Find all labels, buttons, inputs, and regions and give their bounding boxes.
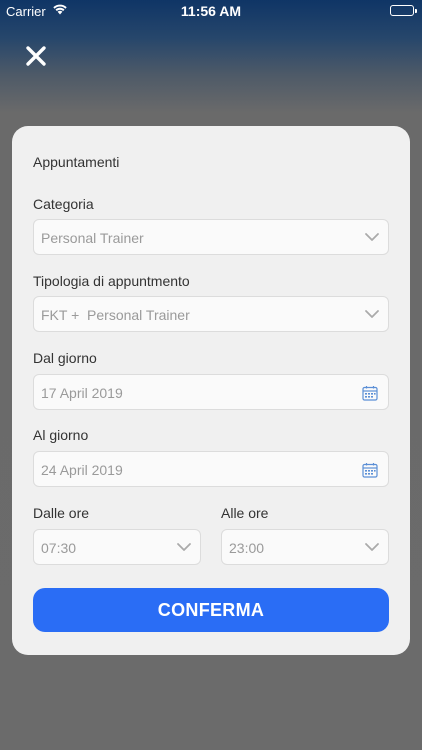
from-date-value: 17 April 2019 <box>41 385 123 401</box>
appointment-type-label: Tipologia di appuntmento <box>33 273 190 289</box>
to-time-label: Alle ore <box>221 505 269 521</box>
from-time-label: Dalle ore <box>33 505 90 521</box>
from-date-label: Dal giorno <box>33 350 97 366</box>
chevron-down-icon <box>365 543 379 551</box>
category-value: Personal Trainer <box>41 230 144 246</box>
confirm-button[interactable]: CONFERMA <box>33 588 389 632</box>
from-time-select[interactable]: 07:30 <box>33 529 201 565</box>
chevron-down-icon <box>365 233 379 241</box>
from-date-field[interactable]: 17 April 2019 <box>33 374 389 410</box>
close-button[interactable] <box>22 42 50 70</box>
appointments-modal: Appuntamenti Categoria Personal Trainer … <box>12 126 410 655</box>
appointment-type-select[interactable]: FKT + Personal Trainer <box>33 296 389 332</box>
chevron-down-icon <box>365 310 379 318</box>
to-date-value: 24 April 2019 <box>41 462 123 478</box>
calendar-icon <box>362 463 378 478</box>
to-time-value: 23:00 <box>229 540 265 556</box>
clock: 11:56 AM <box>180 3 242 19</box>
to-date-field[interactable]: 24 April 2019 <box>33 451 389 487</box>
modal-title: Appuntamenti <box>33 154 120 170</box>
calendar-icon <box>362 386 378 401</box>
category-label: Categoria <box>33 196 94 212</box>
category-select[interactable]: Personal Trainer <box>33 219 389 255</box>
from-time-value: 07:30 <box>41 540 77 556</box>
to-date-label: Al giorno <box>33 427 89 443</box>
to-time-select[interactable]: 23:00 <box>221 529 389 565</box>
battery-icon <box>390 5 417 16</box>
close-icon <box>26 46 46 66</box>
status-bar: Carrier 11:56 AM <box>0 0 422 22</box>
appointment-type-value: FKT + Personal Trainer <box>41 307 190 323</box>
chevron-down-icon <box>177 543 191 551</box>
